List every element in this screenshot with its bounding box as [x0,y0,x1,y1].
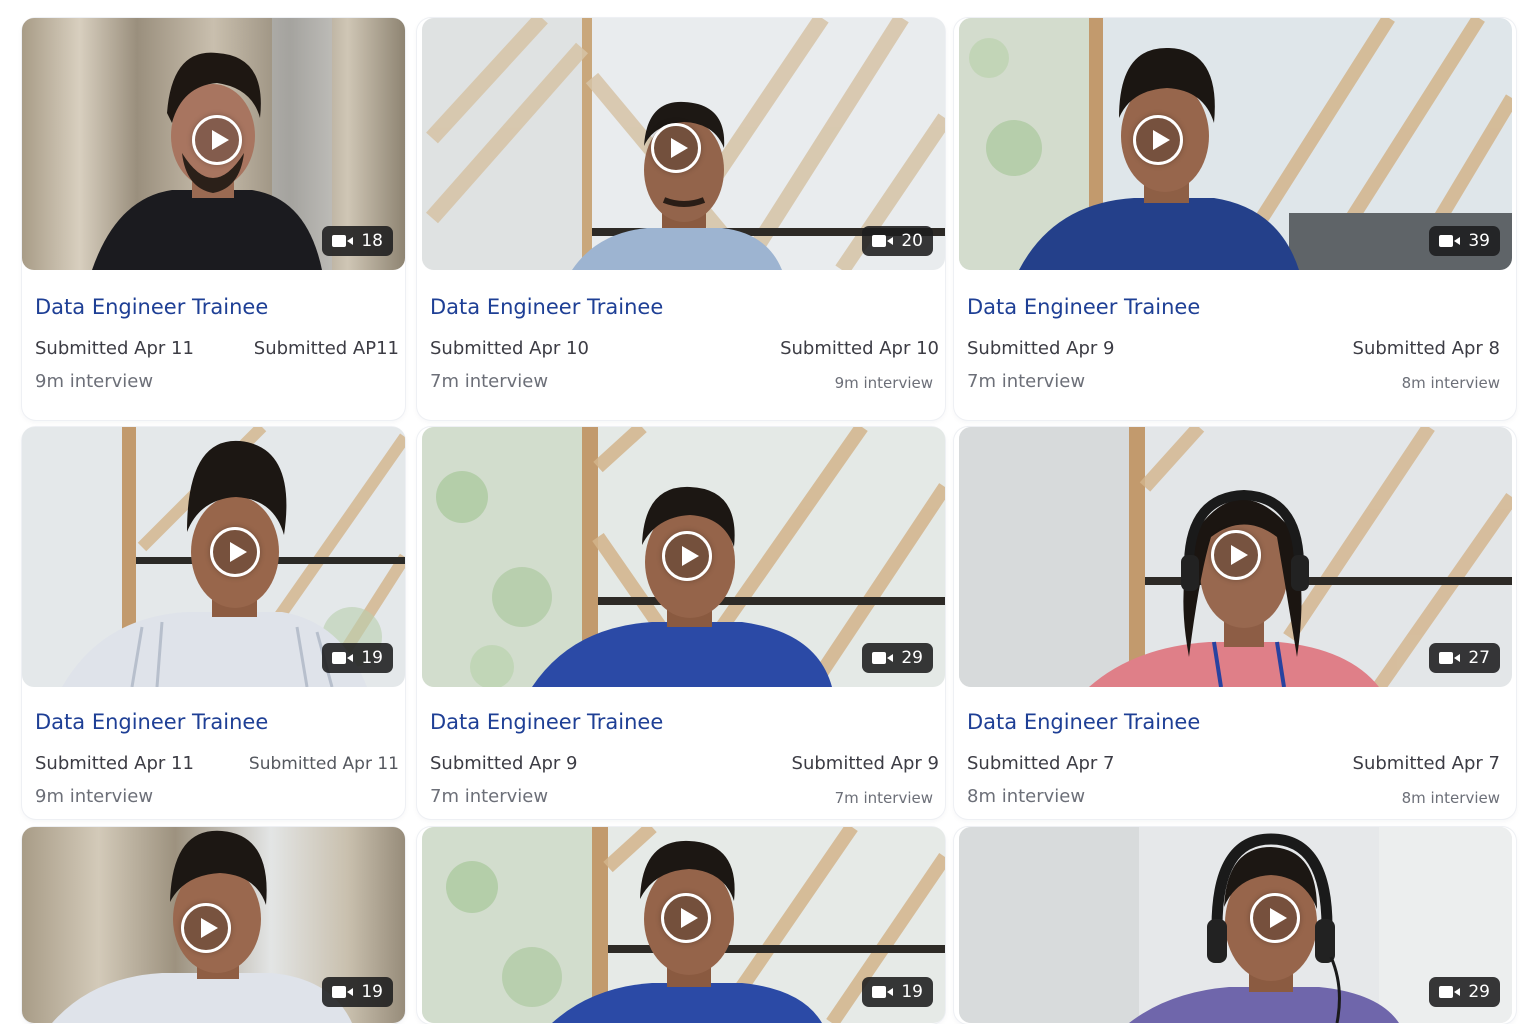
submitted-date: Submitted Apr 9 [430,753,578,774]
play-icon[interactable] [651,123,701,173]
video-camera-icon [332,651,354,665]
interview-card[interactable]: 18 Data Engineer Trainee Submitted Apr 1… [22,18,405,420]
play-icon[interactable] [1211,530,1261,580]
clip-count: 20 [901,231,923,251]
clip-count-badge: 39 [1429,226,1500,256]
interview-card[interactable]: 39 Data Engineer Trainee Submitted Apr 9… [954,18,1516,420]
video-camera-icon [872,234,894,248]
interview-duration: 7m interview [430,371,549,392]
video-thumbnail[interactable]: 20 [422,18,945,270]
video-camera-icon [872,985,894,999]
video-camera-icon [332,234,354,248]
video-camera-icon [332,985,354,999]
video-thumbnail[interactable]: 29 [422,427,945,687]
play-icon[interactable] [1133,115,1183,165]
video-thumbnail[interactable]: 29 [959,827,1512,1023]
job-title-link[interactable]: Data Engineer Trainee [967,295,1200,319]
interview-card[interactable]: 29 [954,827,1516,1024]
submitted-date-secondary: Submitted Apr 8 [1352,338,1500,359]
video-thumbnail[interactable]: 19 [22,827,405,1023]
play-icon[interactable] [181,903,231,953]
submitted-date: Submitted Apr 7 [967,753,1115,774]
video-thumbnail[interactable]: 39 [959,18,1512,270]
submitted-date: Submitted Apr 11 [35,753,194,774]
interview-duration-secondary: 7m interview [834,789,933,807]
video-thumbnail[interactable]: 19 [422,827,945,1023]
submitted-date-secondary: Submitted Apr 9 [791,753,939,774]
clip-count: 29 [1468,982,1490,1002]
submitted-date: Submitted Apr 11 [35,338,194,359]
video-thumbnail[interactable]: 18 [22,18,405,270]
interview-card[interactable]: 29 Data Engineer Trainee Submitted Apr 9… [417,427,945,819]
job-title-link[interactable]: Data Engineer Trainee [35,295,268,319]
clip-count-badge: 29 [862,643,933,673]
interview-duration: 9m interview [35,786,154,807]
interview-duration-secondary: 9m interview [834,374,933,392]
clip-count-badge: 27 [1429,643,1500,673]
clip-count: 39 [1468,231,1490,251]
clip-count: 27 [1468,648,1490,668]
job-title-link[interactable]: Data Engineer Trainee [430,710,663,734]
video-thumbnail[interactable]: 19 [22,427,405,687]
clip-count-badge: 19 [322,977,393,1007]
clip-count-badge: 19 [322,643,393,673]
interview-duration: 7m interview [430,786,549,807]
clip-count-badge: 29 [1429,977,1500,1007]
interview-card[interactable]: 19 [417,827,945,1024]
play-icon[interactable] [192,115,242,165]
submitted-date: Submitted Apr 9 [967,338,1115,359]
play-icon[interactable] [210,527,260,577]
interview-duration-secondary: 8m interview [1401,374,1500,392]
clip-count: 19 [901,982,923,1002]
video-camera-icon [1439,651,1461,665]
interview-duration: 8m interview [967,786,1086,807]
interview-card[interactable]: 19 [22,827,405,1024]
clip-count: 18 [361,231,383,251]
interview-card[interactable]: 27 Data Engineer Trainee Submitted Apr 7… [954,427,1516,819]
play-icon[interactable] [1250,893,1300,943]
video-camera-icon [1439,234,1461,248]
job-title-link[interactable]: Data Engineer Trainee [967,710,1200,734]
submitted-date-secondary: Submitted Apr 7 [1352,753,1500,774]
interview-card[interactable]: 20 Data Engineer Trainee Submitted Apr 1… [417,18,945,420]
play-icon[interactable] [661,893,711,943]
interview-duration-secondary: 8m interview [1401,789,1500,807]
interview-duration: 7m interview [967,371,1086,392]
clip-count: 29 [901,648,923,668]
video-camera-icon [872,651,894,665]
submitted-date-secondary: Submitted AP11 [253,338,399,359]
submitted-date-secondary: Submitted Apr 10 [780,338,939,359]
clip-count-badge: 19 [862,977,933,1007]
play-icon[interactable] [662,531,712,581]
interview-duration: 9m interview [35,371,154,392]
clip-count: 19 [361,982,383,1002]
job-title-link[interactable]: Data Engineer Trainee [35,710,268,734]
submitted-date: Submitted Apr 10 [430,338,589,359]
interview-card[interactable]: 19 Data Engineer Trainee Submitted Apr 1… [22,427,405,819]
video-thumbnail[interactable]: 27 [959,427,1512,687]
clip-count-badge: 20 [862,226,933,256]
submitted-date-secondary: Submitted Apr 11 [248,754,399,774]
job-title-link[interactable]: Data Engineer Trainee [430,295,663,319]
clip-count: 19 [361,648,383,668]
clip-count-badge: 18 [322,226,393,256]
video-camera-icon [1439,985,1461,999]
